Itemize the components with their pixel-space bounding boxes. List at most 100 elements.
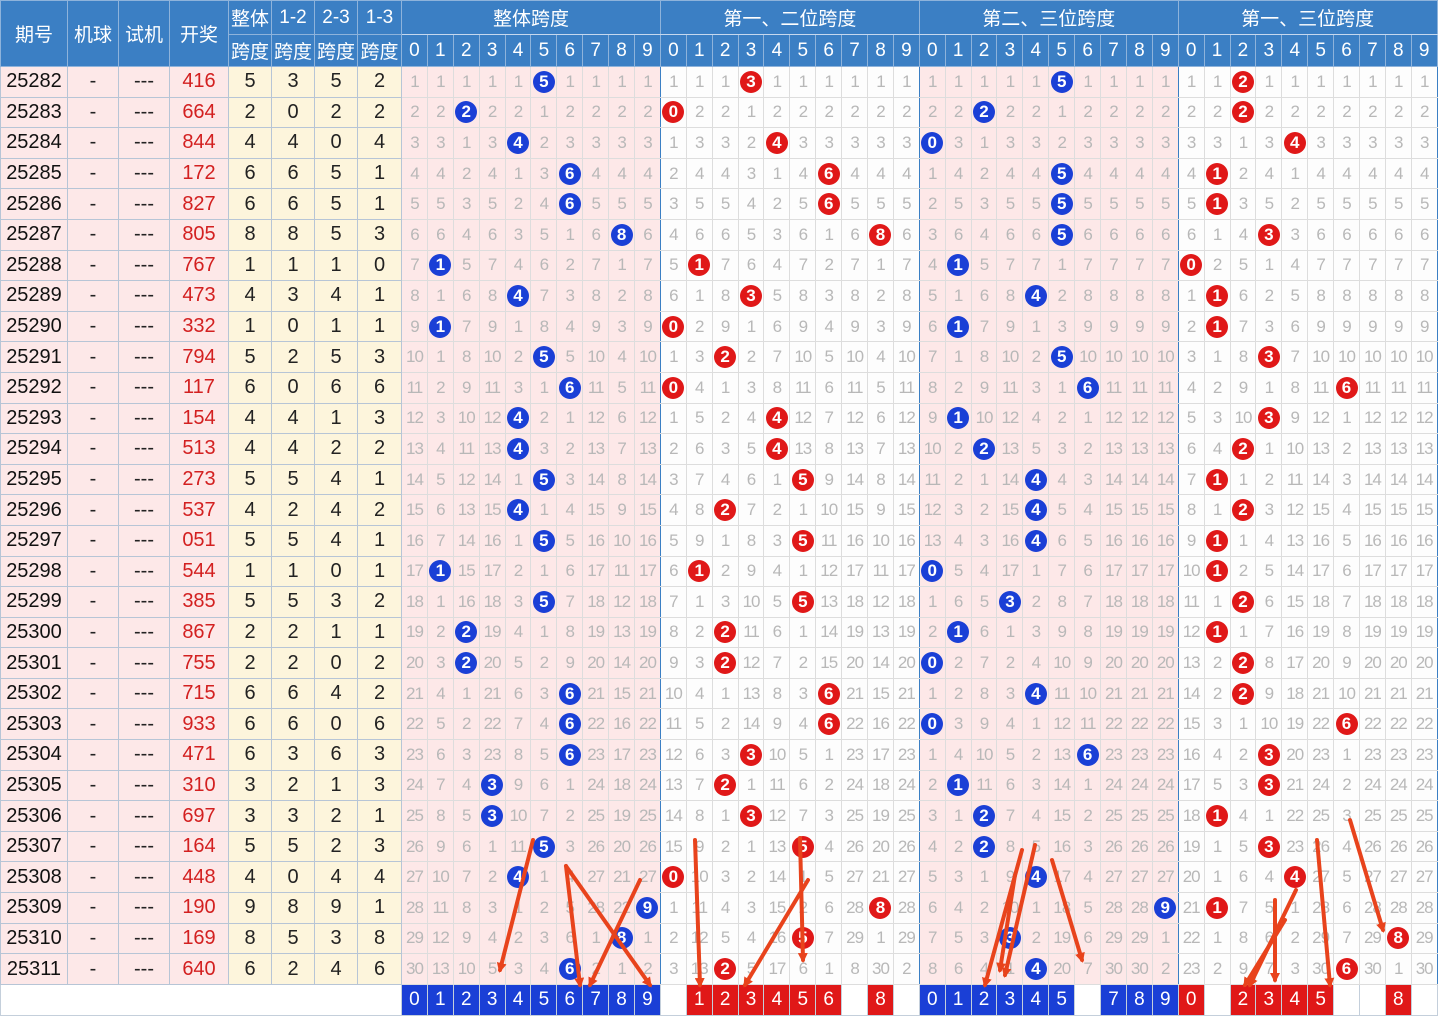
miss-count-cell: 8 [452, 892, 480, 924]
miss-count-cell: 4 [401, 157, 428, 190]
miss-count-cell: 1 [815, 739, 843, 771]
miss-count-cell: 24 [841, 769, 869, 802]
span13-cell: 2 [357, 677, 402, 710]
miss-count-cell: 13 [1410, 433, 1438, 465]
miss-count-cell: 20 [1384, 647, 1412, 679]
miss-count-cell: 8 [530, 310, 558, 343]
miss-count-cell: 20 [1358, 647, 1386, 679]
table-row: 25307- --- 164 5 5 2 3 26 9 6 1 11 5 3 26 20 26 15 9 2 1 13 5 4… [0, 830, 1438, 863]
miss-count-cell: 1 [944, 341, 972, 373]
span13-cell: 1 [357, 524, 402, 557]
miss-count-cell: 6 [1125, 218, 1153, 251]
miss-count-cell: 2 [634, 953, 661, 985]
hit-ball: 9 [1154, 896, 1177, 919]
hit-ball: 5 [1050, 193, 1073, 216]
miss-count-cell: 12 [763, 800, 791, 832]
miss-count-cell: 4 [944, 892, 972, 924]
miss-count-cell: 9 [1358, 310, 1386, 343]
miss-count-cell: 6 [659, 280, 687, 312]
miss-count-cell: 1 [1229, 616, 1257, 649]
miss-count-cell: 4 [426, 157, 454, 190]
miss-count-cell: 2 [401, 96, 428, 129]
miss-count-cell: 3 [970, 524, 998, 557]
miss-count-cell: 1 [711, 800, 739, 832]
miss-count-cell: 1 [1333, 402, 1360, 435]
miss-count-cell: 21 [867, 861, 894, 894]
miss-count-cell: 8 [996, 830, 1024, 863]
miss-count-cell: 1 [1022, 310, 1050, 343]
digit-header-g2-9: 9 [1151, 34, 1179, 67]
hit-ball-cell: 1 [1203, 157, 1231, 190]
miss-count-cell: 1 [608, 66, 636, 98]
miss-count-cell: 2 [556, 96, 584, 129]
machine-cell: - [67, 371, 119, 404]
miss-count-cell: 3 [659, 188, 687, 220]
span-all-cell: 6 [228, 953, 272, 985]
miss-count-cell: 2 [478, 96, 506, 129]
footer-digit: 9 [1153, 985, 1178, 1015]
miss-count-cell: 24 [1125, 769, 1153, 802]
miss-count-cell: 5 [815, 861, 843, 894]
miss-count-cell: 19 [1177, 830, 1205, 863]
miss-count-cell: 12 [426, 922, 454, 955]
span13-cell: 2 [357, 66, 402, 98]
miss-count-cell: 4 [1074, 494, 1102, 526]
miss-count-cell: 8 [1410, 280, 1438, 312]
miss-count-cell: 13 [737, 677, 765, 710]
miss-count-cell: 22 [1307, 708, 1335, 741]
miss-count-cell: 23 [1384, 739, 1412, 771]
miss-count-cell: 20 [867, 830, 894, 863]
miss-count-cell: 2 [504, 555, 532, 588]
hit-ball-cell: 6 [556, 708, 584, 741]
test-cell: --- [118, 249, 170, 282]
hit-ball-cell: 0 [918, 127, 946, 159]
miss-count-cell: 10 [1255, 708, 1283, 741]
miss-count-cell: 14 [1151, 463, 1179, 496]
hit-ball: 1 [1206, 468, 1229, 491]
span23-cell: 3 [314, 586, 358, 618]
miss-count-cell: 18 [1358, 586, 1386, 618]
miss-count-cell: 4 [763, 555, 791, 588]
miss-count-cell: 5 [426, 708, 454, 741]
miss-count-cell: 4 [478, 922, 506, 955]
machine-cell: - [67, 953, 119, 985]
hit-ball: 2 [1231, 70, 1254, 93]
span13-cell: 2 [357, 96, 402, 129]
footer-digit: 8 [609, 985, 634, 1015]
miss-count-cell: 7 [789, 249, 817, 282]
miss-count-cell: 4 [608, 341, 636, 373]
hit-ball: 2 [1231, 682, 1254, 705]
miss-count-cell: 13 [401, 433, 428, 465]
miss-count-cell: 1 [530, 861, 558, 894]
miss-count-cell: 6 [1307, 218, 1335, 251]
miss-count-cell: 6 [944, 953, 972, 985]
span13-cell: 3 [357, 402, 402, 435]
miss-count-cell: 9 [659, 647, 687, 679]
miss-count-cell: 1 [918, 739, 946, 771]
hit-ball-cell: 3 [996, 922, 1024, 955]
miss-count-cell: 3 [504, 371, 532, 404]
miss-count-cell: 5 [763, 280, 791, 312]
miss-count-cell: 10 [1358, 341, 1386, 373]
miss-count-cell: 6 [1281, 310, 1309, 343]
miss-count-cell: 2 [944, 463, 972, 496]
hit-ball-cell: 1 [685, 249, 713, 282]
footer-digit-cell: 5 [1048, 983, 1076, 1016]
miss-count-cell: 9 [1151, 310, 1179, 343]
miss-count-cell: 19 [608, 800, 636, 832]
miss-count-cell: 6 [478, 218, 506, 251]
miss-count-cell: 2 [582, 953, 610, 985]
miss-count-cell: 10 [1048, 647, 1076, 679]
miss-count-cell: 18 [1100, 586, 1127, 618]
miss-count-cell: 4 [426, 677, 454, 710]
miss-count-cell: 30 [1125, 953, 1153, 985]
footer-digit: 5 [1308, 985, 1333, 1015]
miss-count-cell: 7 [452, 310, 480, 343]
miss-count-cell: 4 [504, 616, 532, 649]
miss-count-cell: 6 [401, 218, 428, 251]
hit-ball-cell: 4 [504, 402, 532, 435]
hit-ball-cell: 3 [737, 739, 765, 771]
hit-ball-cell: 5 [789, 922, 817, 955]
miss-count-cell: 22 [582, 708, 610, 741]
test-cell: --- [118, 708, 170, 741]
